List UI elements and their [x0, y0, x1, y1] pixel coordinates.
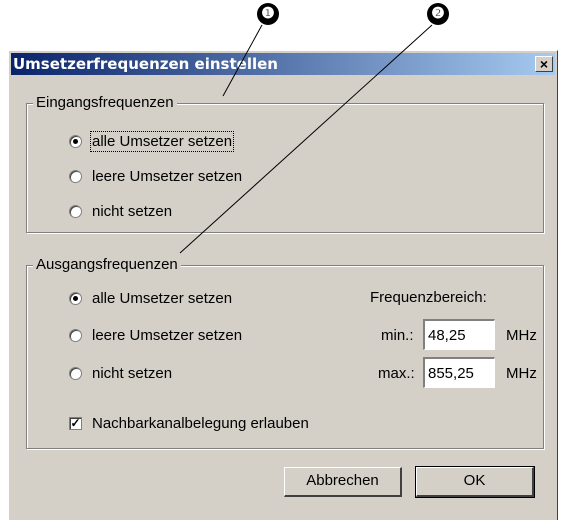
max-label: max.:	[378, 365, 415, 382]
close-button[interactable]: ×	[535, 56, 553, 72]
radio-label: nicht setzen	[92, 203, 173, 220]
radio-icon	[69, 135, 82, 148]
radio-icon	[69, 329, 82, 342]
cancel-button[interactable]: Abbrechen	[284, 467, 402, 497]
input-radio-none[interactable]: nicht setzen	[69, 203, 172, 220]
input-radio-empty[interactable]: leere Umsetzer setzen	[69, 168, 242, 185]
frequency-range-label: Frequenzbereich:	[370, 289, 487, 306]
input-radio-all[interactable]: alle Umsetzer setzen	[69, 131, 235, 152]
output-radio-none[interactable]: nicht setzen	[69, 365, 172, 382]
radio-icon	[69, 205, 82, 218]
dialog-title: Umsetzerfrequenzen einstellen	[13, 55, 278, 73]
input-group-legend: Eingangsfrequenzen	[33, 94, 177, 112]
radio-icon	[69, 170, 82, 183]
checkbox-label: Nachbarkanalbelegung erlauben	[92, 415, 309, 432]
radio-label: nicht setzen	[92, 365, 173, 382]
min-frequency-input[interactable]	[423, 319, 495, 350]
output-radio-all[interactable]: alle Umsetzer setzen	[69, 290, 232, 307]
close-icon: ×	[539, 56, 549, 72]
callout-1: ❶	[257, 3, 279, 25]
max-unit-label: MHz	[506, 365, 537, 382]
checkmark-icon: ✓	[69, 416, 82, 430]
neighbor-channel-checkbox[interactable]: ✓ Nachbarkanalbelegung erlauben	[69, 415, 309, 432]
radio-label: leere Umsetzer setzen	[92, 327, 243, 344]
radio-label: alle Umsetzer setzen	[89, 131, 235, 152]
output-radio-empty[interactable]: leere Umsetzer setzen	[69, 327, 242, 344]
callout-2: ❷	[427, 3, 449, 25]
max-frequency-input[interactable]	[423, 357, 495, 388]
ok-button[interactable]: OK	[415, 466, 535, 498]
radio-label: leere Umsetzer setzen	[92, 168, 243, 185]
radio-label: alle Umsetzer setzen	[92, 290, 233, 307]
min-label: min.:	[381, 327, 414, 344]
dialog-window: Umsetzerfrequenzen einstellen × Eingangs…	[8, 50, 558, 520]
min-unit-label: MHz	[506, 327, 537, 344]
radio-icon	[69, 292, 82, 305]
output-group-legend: Ausgangsfrequenzen	[33, 256, 181, 274]
title-bar[interactable]: Umsetzerfrequenzen einstellen ×	[11, 53, 555, 75]
radio-icon	[69, 367, 82, 380]
